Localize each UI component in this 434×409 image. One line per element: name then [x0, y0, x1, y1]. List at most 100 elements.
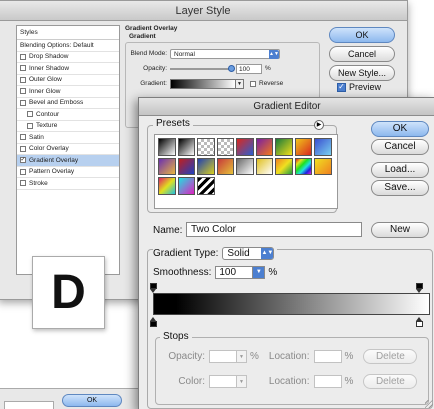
sidebar-item[interactable]: Drop Shadow — [17, 52, 119, 63]
preset-swatch[interactable] — [216, 157, 234, 175]
color-stop-left[interactable] — [150, 317, 157, 327]
gradient-bar[interactable] — [153, 293, 430, 315]
preset-swatch[interactable] — [236, 138, 254, 156]
preset-swatch[interactable] — [158, 157, 176, 175]
preset-swatch[interactable] — [314, 157, 332, 175]
preset-swatch[interactable] — [255, 157, 273, 175]
stop-opacity-delete-button[interactable]: Delete — [363, 349, 418, 364]
preview-checkbox[interactable]: ✓ Preview — [337, 82, 381, 92]
layer-style-ok-button[interactable]: OK — [329, 27, 395, 43]
styles-header[interactable]: Styles — [17, 26, 119, 40]
sidebar-item-checkbox[interactable] — [20, 53, 26, 60]
stop-color-delete-button[interactable]: Delete — [363, 374, 418, 389]
stop-color-well[interactable] — [209, 375, 237, 388]
smoothness-unit: % — [268, 267, 278, 278]
gradient-editor-load-button[interactable]: Load... — [371, 162, 429, 178]
smoothness-input[interactable]: 100 — [215, 266, 254, 279]
sidebar-item[interactable]: Inner Shadow — [17, 63, 119, 75]
reverse-checkbox[interactable]: Reverse — [250, 80, 283, 87]
sidebar-item[interactable]: Texture — [17, 121, 119, 132]
fragment-ok-button[interactable]: OK — [62, 394, 122, 407]
opacity-stop-left[interactable] — [150, 283, 157, 293]
opacity-unit: % — [265, 65, 271, 72]
layer-style-cancel-button[interactable]: Cancel — [329, 46, 395, 62]
stop-opacity-location-input[interactable] — [313, 350, 342, 363]
preset-swatch[interactable] — [177, 177, 195, 195]
reverse-checkbox-box[interactable] — [250, 80, 256, 87]
sidebar-item-checkbox[interactable] — [27, 122, 33, 129]
sidebar-item-checkbox[interactable] — [20, 168, 26, 175]
gradient-label: Gradient: — [140, 80, 167, 87]
preset-swatch[interactable] — [294, 138, 312, 156]
color-stop-right[interactable] — [416, 317, 423, 327]
sidebar-item-label: Stroke — [29, 179, 48, 187]
stops-group — [155, 337, 429, 405]
sidebar-item[interactable]: Stroke — [17, 178, 119, 190]
opacity-input[interactable]: 100 — [236, 63, 262, 74]
sidebar-item[interactable]: Blending Options: Default — [17, 40, 119, 52]
styles-sidebar: Styles Blending Options: Default Drop Sha… — [16, 25, 120, 275]
preview-check-icon[interactable]: ✓ — [337, 82, 346, 92]
gradient-editor-ok-button[interactable]: OK — [371, 121, 429, 137]
sidebar-item[interactable]: Inner Glow — [17, 86, 119, 98]
preset-swatch[interactable] — [197, 177, 215, 195]
opacity-slider[interactable] — [170, 64, 235, 72]
sidebar-item-checkbox[interactable] — [20, 65, 26, 72]
preset-swatch[interactable] — [294, 157, 312, 175]
background-dialog-fragment: OK — [0, 388, 138, 409]
sidebar-item-checkbox[interactable] — [20, 88, 26, 95]
preset-swatch[interactable] — [177, 138, 195, 156]
stop-opacity-arrow-icon[interactable]: ▼ — [237, 350, 247, 363]
smoothness-dropdown-arrow-icon[interactable]: ▼ — [253, 266, 266, 279]
gradient-editor-new-button[interactable]: New — [371, 222, 429, 238]
sidebar-item-checkbox[interactable] — [20, 134, 26, 141]
sidebar-item-label: Blending Options: Default — [20, 41, 94, 49]
sidebar-item-checkbox[interactable] — [20, 99, 26, 106]
resize-grip-icon[interactable] — [425, 400, 433, 408]
preset-swatch[interactable] — [158, 177, 176, 195]
gradient-type-value: Solid — [227, 248, 250, 259]
stop-color-location-input[interactable] — [313, 375, 342, 388]
sidebar-item-checkbox[interactable] — [20, 180, 26, 187]
opacity-stop-right[interactable] — [416, 283, 423, 293]
opacity-slider-knob[interactable] — [228, 64, 235, 72]
select-arrows-icon: ▲▼ — [269, 49, 279, 59]
gradient-editor-save-button[interactable]: Save... — [371, 180, 429, 196]
preset-swatch[interactable] — [197, 138, 215, 156]
sidebar-item[interactable]: Outer Glow — [17, 75, 119, 86]
sidebar-item-checkbox[interactable] — [27, 111, 33, 118]
sidebar-item-checkbox[interactable] — [20, 145, 26, 152]
sidebar-item-checkbox[interactable] — [20, 76, 26, 83]
gradient-type-label: Gradient Type: — [153, 248, 219, 259]
sidebar-item[interactable]: Pattern Overlay — [17, 167, 119, 178]
select-arrows-icon: ▲▼ — [261, 248, 274, 259]
sidebar-item[interactable]: Bevel and Emboss — [17, 98, 119, 109]
sidebar-item[interactable]: Satin — [17, 132, 119, 144]
blend-mode-select[interactable]: Normal ▲▼ — [170, 48, 280, 59]
sidebar-item-checkbox[interactable]: ✓ — [20, 157, 26, 164]
sidebar-item[interactable]: Color Overlay — [17, 144, 119, 155]
preset-swatch[interactable] — [255, 138, 273, 156]
gradient-dropdown-arrow-icon[interactable]: ▼ — [236, 78, 244, 89]
sidebar-item[interactable]: Contour — [17, 109, 119, 121]
stop-opacity-input[interactable] — [209, 350, 237, 363]
preset-swatch[interactable] — [314, 138, 332, 156]
gradient-name-input[interactable]: Two Color — [186, 222, 362, 237]
preset-swatch[interactable] — [158, 138, 176, 156]
gradient-preview-swatch[interactable] — [170, 78, 236, 89]
sidebar-item[interactable]: ✓ Gradient Overlay — [17, 155, 119, 167]
new-style-button[interactable]: New Style... — [329, 65, 395, 81]
presets-menu-icon[interactable]: ▶ — [314, 120, 324, 130]
presets-label: Presets — [153, 118, 193, 129]
gradient-type-select[interactable]: Solid ▲▼ — [222, 247, 275, 260]
presets-swatch-grid — [154, 134, 338, 209]
preset-swatch[interactable] — [197, 157, 215, 175]
gradient-editor-cancel-button[interactable]: Cancel — [371, 139, 429, 155]
preset-swatch[interactable] — [275, 157, 293, 175]
preset-swatch[interactable] — [275, 138, 293, 156]
preset-swatch[interactable] — [177, 157, 195, 175]
stop-color-arrow-icon[interactable]: ▼ — [237, 375, 247, 388]
preset-swatch[interactable] — [236, 157, 254, 175]
blend-mode-label: Blend Mode: — [130, 50, 168, 57]
preset-swatch[interactable] — [216, 138, 234, 156]
